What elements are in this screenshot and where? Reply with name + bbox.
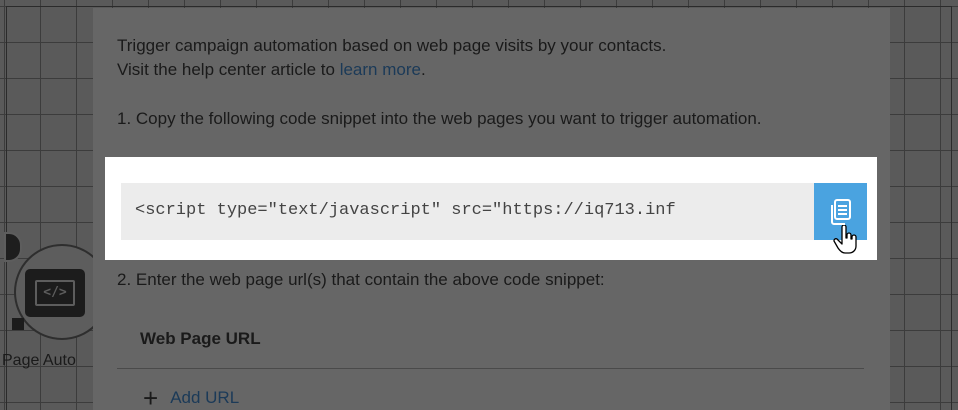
- intro-text-help: Visit the help center article to: [117, 60, 340, 79]
- add-url-button[interactable]: + Add URL: [143, 383, 240, 410]
- step2-instruction: 2. Enter the web page url(s) that contai…: [117, 270, 605, 289]
- code-tag-icon: </>: [35, 280, 75, 306]
- node-connector-handle[interactable]: [4, 232, 22, 262]
- add-url-label: Add URL: [170, 388, 240, 407]
- web-page-trigger-modal: Trigger campaign automation based on web…: [93, 8, 890, 410]
- page-automation-node-icon: </>: [25, 269, 85, 317]
- learn-more-link[interactable]: learn more: [340, 60, 421, 79]
- code-snippet-highlight: <script type="text/javascript" src="http…: [105, 157, 877, 260]
- plus-icon: +: [143, 383, 159, 410]
- workflow-canvas: </> Page Auto Trigger campaign automatio…: [0, 0, 958, 410]
- code-snippet-text: <script type="text/javascript" src="http…: [135, 201, 676, 220]
- hand-pointer-cursor-icon: [833, 225, 857, 254]
- modal-intro: Trigger campaign automation based on web…: [117, 34, 857, 82]
- web-page-url-header: Web Page URL: [140, 329, 261, 348]
- node-badge: [12, 318, 24, 330]
- intro-period: .: [420, 60, 426, 79]
- code-snippet-box[interactable]: <script type="text/javascript" src="http…: [121, 183, 867, 240]
- copy-clipboard-icon: [830, 198, 851, 225]
- intro-text: Trigger campaign automation based on web…: [117, 36, 667, 55]
- step1-instruction: 1. Copy the following code snippet into …: [117, 109, 762, 128]
- url-table-divider: [117, 368, 864, 369]
- workflow-node-label: Page Auto: [2, 352, 76, 369]
